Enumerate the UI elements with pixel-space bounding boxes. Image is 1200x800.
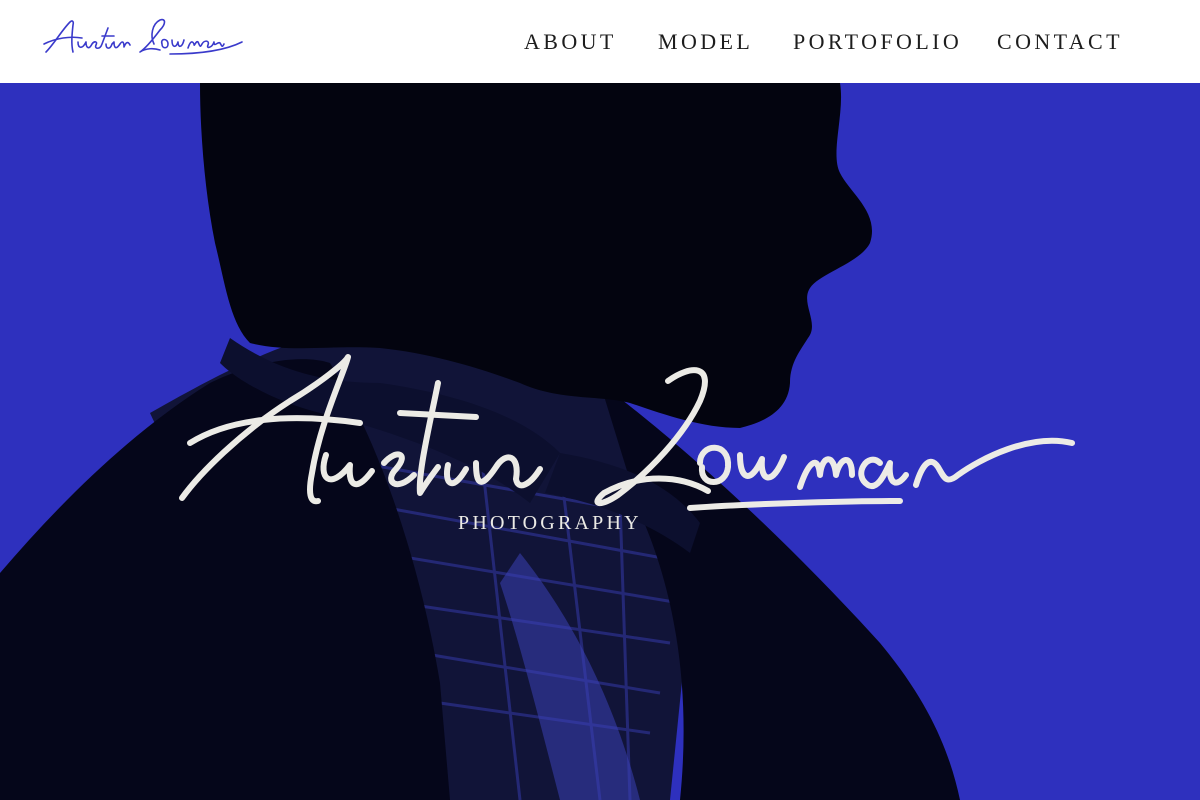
site-header: ABOUT MODEL PORTOFOLIO CONTACT (0, 0, 1200, 83)
man-silhouette-portrait-icon (0, 83, 1075, 800)
hero-section: PHOTOGRAPHY (0, 83, 1200, 800)
nav-about-link[interactable]: ABOUT (524, 28, 617, 56)
nav-model-link[interactable]: MODEL (658, 28, 753, 56)
nav-portfolio-link[interactable]: PORTOFOLIO (793, 28, 962, 56)
hero-tagline: PHOTOGRAPHY (458, 512, 642, 534)
nav-contact-link[interactable]: CONTACT (997, 28, 1123, 56)
main-nav: ABOUT MODEL PORTOFOLIO CONTACT (0, 28, 1200, 58)
